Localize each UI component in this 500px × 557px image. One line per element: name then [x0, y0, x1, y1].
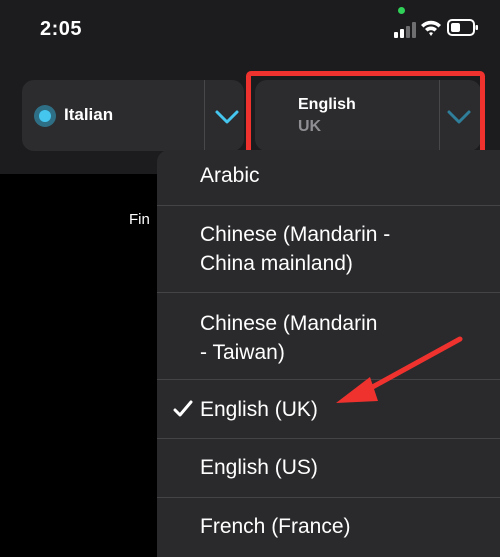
cellular-signal-icon	[394, 22, 416, 38]
menu-item-french-france[interactable]: French (France)	[157, 498, 500, 557]
source-language-selector[interactable]: Italian	[22, 80, 244, 151]
battery-icon	[447, 19, 478, 36]
annotation-arrow-icon	[336, 336, 463, 403]
pill-divider	[204, 80, 205, 151]
menu-item-label: Chinese (Mandarin	[200, 312, 378, 335]
menu-item-chinese-mainland[interactable]: Chinese (Mandarin - China mainland)	[157, 206, 500, 293]
menu-item-label-line2: China mainland)	[200, 252, 353, 275]
status-time: 2:05	[40, 18, 83, 40]
menu-item-label: English (UK)	[200, 398, 318, 421]
wifi-icon	[421, 20, 441, 36]
chevron-down-icon[interactable]	[214, 109, 240, 125]
radio-icon	[34, 105, 56, 127]
camera-indicator-dot	[398, 7, 405, 14]
annotation-highlight-box	[246, 71, 485, 157]
checkmark-icon	[173, 400, 193, 417]
menu-item-arabic[interactable]: Arabic	[157, 150, 500, 206]
menu-item-label: English (US)	[200, 456, 318, 479]
source-language-label: Italian	[64, 105, 114, 124]
background-text: Fin	[129, 211, 150, 228]
menu-item-english-us[interactable]: English (US)	[157, 439, 500, 498]
menu-item-label: French (France)	[200, 515, 351, 538]
menu-item-label: Chinese (Mandarin -	[200, 223, 391, 246]
menu-item-label-line2: - Taiwan)	[200, 341, 285, 364]
translate-screen: 2:05 Italian English UK Fin Arabic Chine…	[0, 0, 500, 557]
menu-item-label: Arabic	[200, 164, 260, 187]
